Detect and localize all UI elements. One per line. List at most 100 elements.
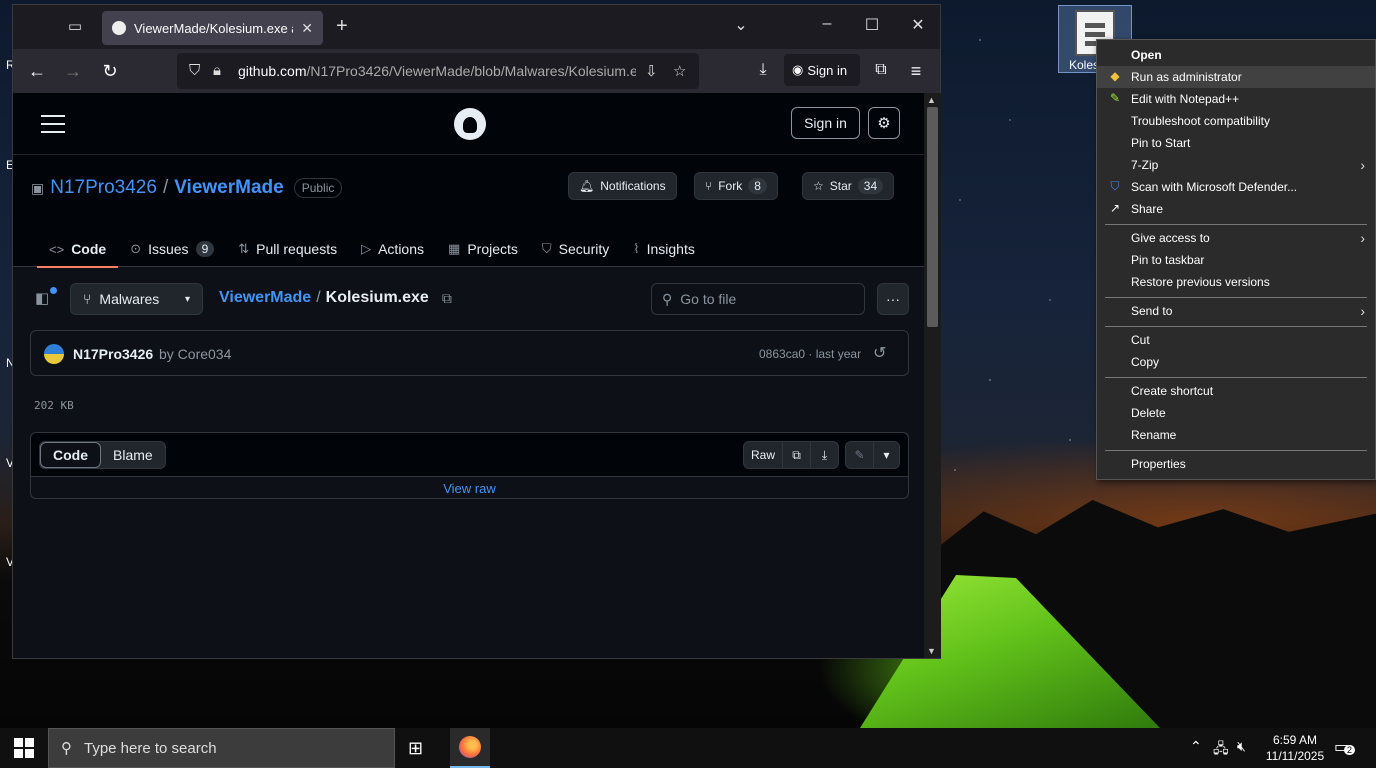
- menu-item-send-to[interactable]: Send to ›: [1097, 300, 1375, 322]
- github-logo-icon[interactable]: [454, 108, 486, 140]
- star-button[interactable]: ☆ Star 34: [802, 172, 895, 200]
- github-signin-button[interactable]: Sign in: [791, 107, 860, 139]
- taskbar: ⚲ Type here to search ⊞ ⌃ 🖧︎ 🔇︎ 6:59 AM …: [0, 728, 1376, 768]
- fork-button[interactable]: ⑂ Fork 8: [694, 172, 778, 200]
- menu-item-open[interactable]: Open: [1097, 44, 1375, 66]
- repo-title-separator: /: [162, 177, 169, 198]
- repo-owner-link[interactable]: N17Pro3426: [50, 177, 157, 199]
- minimize-icon[interactable]: –: [815, 15, 839, 33]
- taskbar-search-input[interactable]: ⚲ Type here to search: [48, 728, 395, 768]
- menu-item-copy[interactable]: Copy: [1097, 351, 1375, 373]
- url-bar[interactable]: ⛉ 🔒︎ github.com/N17Pro3426/ViewerMade/bl…: [177, 53, 699, 89]
- history-icon[interactable]: ↺: [873, 343, 886, 363]
- app-menu-icon[interactable]: ≡: [905, 61, 927, 82]
- close-window-icon[interactable]: ✕: [906, 15, 930, 35]
- settings-sliders-icon[interactable]: ⚙: [868, 107, 900, 139]
- menu-item-troubleshoot[interactable]: Troubleshoot compatibility: [1097, 110, 1375, 132]
- breadcrumb-repo-link[interactable]: ViewerMade: [219, 289, 311, 307]
- windows-start-icon[interactable]: [14, 738, 34, 758]
- downloads-icon[interactable]: ⤓: [752, 61, 774, 79]
- firefox-taskbar-button[interactable]: [450, 728, 490, 768]
- menu-item-rename[interactable]: Rename: [1097, 424, 1375, 446]
- code-view-button[interactable]: Code: [40, 442, 101, 468]
- repo-name-link[interactable]: ViewerMade: [174, 177, 283, 199]
- commit-author-link[interactable]: N17Pro3426: [73, 346, 153, 362]
- notepadpp-icon: ✎: [1109, 91, 1121, 105]
- avatar[interactable]: [44, 344, 64, 364]
- copy-path-icon[interactable]: ⧉: [442, 290, 452, 307]
- menu-item-properties[interactable]: Properties: [1097, 453, 1375, 475]
- menu-item-notepadpp[interactable]: ✎ Edit with Notepad++: [1097, 88, 1375, 110]
- more-options-icon[interactable]: ···: [877, 283, 909, 315]
- system-clock[interactable]: 6:59 AM 11/11/2025: [1259, 732, 1331, 764]
- forward-icon[interactable]: →: [62, 61, 84, 82]
- menu-item-pin-start[interactable]: Pin to Start: [1097, 132, 1375, 154]
- edit-pencil-icon[interactable]: ✎: [845, 441, 874, 469]
- tab-list-icon[interactable]: ▭: [65, 17, 85, 35]
- menu-item-delete[interactable]: Delete: [1097, 402, 1375, 424]
- clock-date: 11/11/2025: [1265, 749, 1325, 763]
- task-view-icon[interactable]: ⊞: [408, 738, 423, 759]
- close-tab-icon[interactable]: ✕: [301, 20, 313, 37]
- extensions-icon[interactable]: ⧉: [870, 61, 892, 79]
- scrollbar-thumb[interactable]: [927, 107, 938, 327]
- menu-item-label: Share: [1131, 202, 1164, 216]
- account-signin-button[interactable]: ◉ Sign in: [784, 54, 860, 86]
- menu-item-7zip[interactable]: 7-Zip ›: [1097, 154, 1375, 176]
- new-tab-icon[interactable]: +: [336, 15, 348, 38]
- menu-item-create-shortcut[interactable]: Create shortcut: [1097, 380, 1375, 402]
- url-text[interactable]: github.com/N17Pro3426/ViewerMade/blob/Ma…: [238, 63, 636, 79]
- page-scrollbar[interactable]: ▲ ▼: [924, 93, 941, 658]
- back-icon[interactable]: ←: [26, 61, 48, 82]
- maximize-icon[interactable]: ☐: [860, 15, 884, 35]
- scroll-up-icon[interactable]: ▲: [927, 95, 936, 105]
- commit-hash-time[interactable]: 0863ca0 · last year: [759, 347, 861, 361]
- menu-item-restore-versions[interactable]: Restore previous versions: [1097, 271, 1375, 293]
- branch-selector[interactable]: ⑂ Malwares ▾: [70, 283, 203, 315]
- network-icon[interactable]: 🖧︎: [1213, 738, 1229, 762]
- menu-item-defender[interactable]: ⛉ Scan with Microsoft Defender...: [1097, 176, 1375, 198]
- notifications-button[interactable]: 🔔︎ Notifications: [568, 172, 677, 200]
- menu-item-label: Copy: [1131, 355, 1160, 369]
- go-to-file-input[interactable]: ⚲ Go to file: [651, 283, 865, 315]
- browser-tab[interactable]: ViewerMade/Kolesium.exe at M ✕: [102, 11, 323, 45]
- lock-icon[interactable]: 🔒︎: [213, 62, 221, 79]
- download-icon[interactable]: ⤓: [810, 441, 839, 469]
- sidebar-toggle-icon[interactable]: ◧: [35, 287, 57, 309]
- star-label: Star: [829, 179, 852, 193]
- tab-label: Actions: [378, 241, 425, 257]
- tab-security[interactable]: ⛉ Security: [530, 231, 621, 267]
- copy-icon[interactable]: ⧉: [782, 441, 811, 469]
- tab-label: Pull requests: [256, 241, 338, 257]
- scroll-down-icon[interactable]: ▼: [927, 646, 936, 656]
- view-raw-link[interactable]: View raw: [31, 481, 908, 496]
- caret-down-icon[interactable]: ▾: [873, 441, 900, 469]
- tab-code[interactable]: <> Code: [37, 231, 119, 268]
- tab-issues[interactable]: ⊙ Issues 9: [118, 231, 226, 267]
- notification-center-icon[interactable]: ▭ 2: [1334, 737, 1356, 757]
- menu-item-pin-taskbar[interactable]: Pin to taskbar: [1097, 249, 1375, 271]
- bookmark-star-icon[interactable]: ☆: [673, 62, 686, 80]
- menu-item-share[interactable]: ↗ Share: [1097, 198, 1375, 220]
- tab-projects[interactable]: ▦ Projects: [436, 231, 530, 267]
- file-navigation-bar: ◧ ⑂ Malwares ▾ ViewerMade / Kolesium.exe…: [31, 283, 909, 317]
- shield-icon[interactable]: ⛉: [189, 62, 200, 79]
- tab-insights[interactable]: ⌇ Insights: [621, 231, 707, 267]
- menu-item-give-access[interactable]: Give access to ›: [1097, 227, 1375, 249]
- page-install-icon[interactable]: ⇩: [645, 62, 658, 80]
- menu-item-run-as-admin[interactable]: ◆ Run as administrator: [1097, 66, 1375, 88]
- menu-icon[interactable]: [41, 115, 65, 139]
- tab-actions[interactable]: ▷ Actions: [349, 231, 436, 267]
- firefox-icon: [459, 736, 481, 758]
- blame-view-button[interactable]: Blame: [101, 442, 165, 468]
- tab-pull-requests[interactable]: ⇅ Pull requests: [226, 231, 349, 267]
- chevron-down-icon[interactable]: ⌄: [729, 15, 753, 35]
- volume-muted-icon[interactable]: 🔇︎: [1237, 738, 1246, 755]
- github-favicon-icon: [112, 21, 126, 35]
- menu-item-cut[interactable]: Cut: [1097, 329, 1375, 351]
- chevron-up-icon[interactable]: ⌃: [1190, 738, 1202, 755]
- reload-icon[interactable]: ↻: [99, 61, 121, 82]
- raw-button[interactable]: Raw: [743, 441, 783, 469]
- commit-coauthor[interactable]: by Core034: [159, 346, 231, 362]
- menu-divider: [1105, 224, 1367, 225]
